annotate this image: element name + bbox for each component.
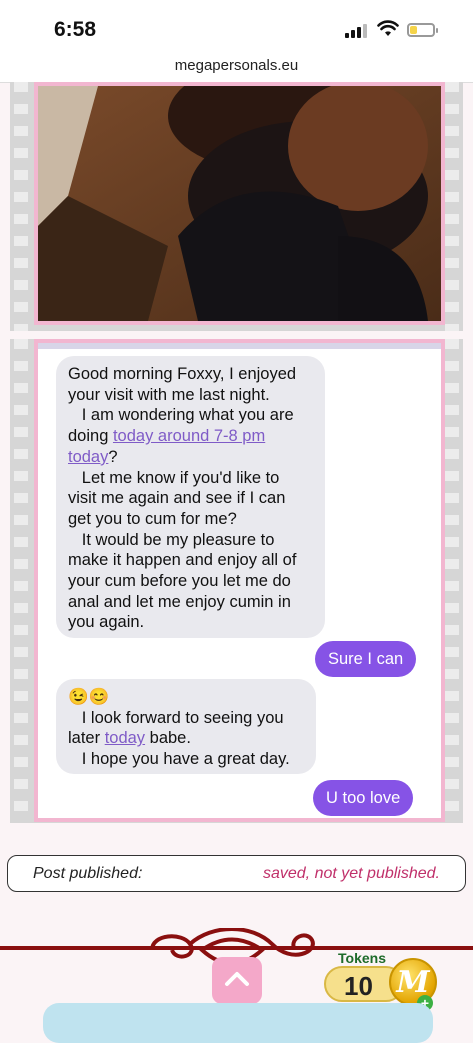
post-status-box: Post published: saved, not yet published…	[7, 855, 466, 892]
message-bubble-outgoing: Sure I can	[315, 641, 417, 677]
screenshot-top-strip	[38, 343, 441, 349]
chevron-up-icon	[225, 972, 249, 986]
message-bubble-incoming: 😉😊 I look forward to seeing you later to…	[56, 679, 316, 774]
address-bar[interactable]: megapersonals.eu	[0, 52, 473, 83]
post-status-value: saved, not yet published.	[262, 865, 440, 882]
ad-photo-image	[38, 86, 441, 321]
message-bubble-incoming: Good morning Foxxy, I enjoyed your visit…	[56, 356, 325, 638]
chat-screenshot[interactable]: Good morning Foxxy, I enjoyed your visit…	[34, 339, 445, 822]
message-text-run: ? Let me know if you'd like to visit me …	[68, 447, 297, 632]
bottom-panel	[43, 1003, 433, 1043]
ad-photo[interactable]	[34, 82, 445, 325]
url-text: megapersonals.eu	[174, 57, 299, 74]
message-link[interactable]: today	[105, 729, 145, 747]
cellular-signal-icon	[345, 24, 369, 38]
message-text: Good morning Foxxy, I enjoyed your visit…	[68, 364, 313, 633]
message-text: 😉😊 I look forward to seeing you later to…	[68, 687, 304, 770]
battery-icon	[407, 23, 438, 37]
message-text: U too love	[326, 789, 401, 807]
message-text: Sure I can	[328, 650, 404, 668]
status-bar: 6:58	[0, 0, 473, 52]
tokens-label: Tokens	[338, 950, 386, 966]
clock: 6:58	[54, 18, 97, 41]
message-bubble-outgoing: U too love	[313, 780, 414, 816]
post-status-label: Post published:	[33, 865, 143, 882]
chat-screenshot-filmstrip: Good morning Foxxy, I enjoyed your visit…	[10, 339, 463, 823]
scroll-to-top-button[interactable]	[212, 957, 262, 1004]
wifi-icon	[377, 20, 399, 36]
photo-filmstrip	[10, 82, 463, 331]
tokens-value: 10	[344, 971, 373, 1001]
